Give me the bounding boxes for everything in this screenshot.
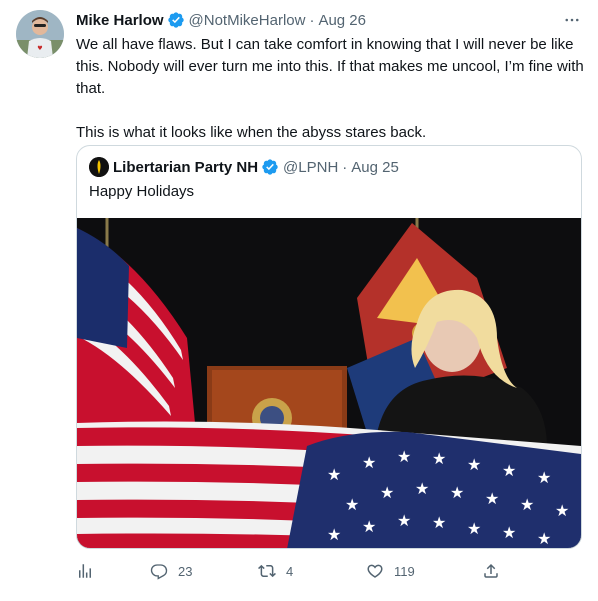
- svg-text:★: ★: [450, 483, 464, 502]
- retweet-icon: [258, 564, 276, 578]
- tweet[interactable]: ♥ Mike Harlow @NotMikeHarlow · Aug 26 We…: [0, 0, 598, 601]
- quoted-avatar: [89, 157, 109, 177]
- tweet-header: Mike Harlow @NotMikeHarlow · Aug 26: [76, 10, 366, 30]
- analytics-button[interactable]: [76, 560, 94, 582]
- svg-text:★: ★: [537, 468, 551, 487]
- verified-badge-icon: [167, 12, 184, 28]
- svg-text:★: ★: [467, 455, 481, 474]
- share-icon: [484, 563, 498, 578]
- quoted-author-handle[interactable]: @LPNH: [283, 159, 338, 176]
- author-handle[interactable]: @NotMikeHarlow: [189, 12, 306, 29]
- reply-icon: [150, 564, 168, 580]
- separator-dot: ·: [309, 11, 315, 29]
- casket-flag-graphic: ★★ ★ ★ ★ ★ ★★★ ★ ★ ★ ★ ★★ ★ ★ ★ ★ ★ ★: [77, 421, 581, 548]
- quoted-verified-badge-icon: [262, 159, 278, 175]
- tweet-timestamp[interactable]: Aug 26: [318, 12, 366, 29]
- author-name[interactable]: Mike Harlow: [76, 12, 164, 29]
- reply-count: 23: [178, 563, 193, 579]
- svg-text:★: ★: [432, 513, 446, 532]
- svg-text:★: ★: [467, 519, 481, 538]
- svg-text:★: ★: [555, 501, 569, 520]
- quoted-separator-dot: ·: [342, 158, 348, 176]
- more-options-button[interactable]: [560, 10, 584, 30]
- svg-text:★: ★: [380, 483, 394, 502]
- quoted-tweet[interactable]: Libertarian Party NH @LPNH · Aug 25 Happ…: [76, 145, 582, 549]
- svg-text:★: ★: [502, 523, 516, 542]
- svg-text:★: ★: [362, 517, 376, 536]
- svg-text:♥: ♥: [37, 45, 42, 52]
- svg-text:★: ★: [520, 495, 534, 514]
- retweet-button[interactable]: 4: [258, 560, 293, 582]
- avatar[interactable]: ♥: [16, 10, 64, 58]
- share-button[interactable]: [482, 560, 500, 582]
- quoted-tweet-text: Happy Holidays: [89, 183, 195, 200]
- avatar-image: ♥: [16, 10, 64, 58]
- like-button[interactable]: 119: [366, 560, 415, 582]
- svg-text:★: ★: [327, 465, 341, 484]
- tweet-text-paragraph-1: We all have flaws. But I can take comfor…: [76, 36, 584, 97]
- like-count: 119: [394, 563, 415, 579]
- svg-text:★: ★: [327, 525, 341, 544]
- svg-text:★: ★: [432, 449, 446, 468]
- svg-text:★: ★: [397, 447, 411, 466]
- svg-text:★: ★: [502, 461, 516, 480]
- svg-text:★: ★: [345, 495, 359, 514]
- quoted-timestamp[interactable]: Aug 25: [351, 159, 399, 176]
- svg-text:★: ★: [397, 511, 411, 530]
- analytics-icon: [79, 564, 91, 578]
- retweet-count: 4: [286, 563, 294, 579]
- heart-icon: [367, 564, 383, 578]
- svg-text:★: ★: [537, 529, 551, 548]
- svg-text:★: ★: [485, 489, 499, 508]
- reply-button[interactable]: 23: [150, 560, 192, 582]
- tweet-text: We all have flaws. But I can take comfor…: [76, 34, 586, 144]
- quoted-tweet-header: Libertarian Party NH @LPNH · Aug 25: [89, 156, 399, 178]
- tweet-text-paragraph-2: This is what it looks like when the abys…: [76, 124, 427, 141]
- quoted-author-name[interactable]: Libertarian Party NH: [113, 159, 258, 176]
- tweet-actions: 23 4 119: [76, 560, 506, 582]
- quoted-tweet-image[interactable]: ★★ ★ ★ ★ ★ ★★★ ★ ★ ★ ★ ★★ ★ ★ ★ ★ ★ ★: [77, 218, 581, 549]
- svg-text:★: ★: [415, 479, 429, 498]
- svg-text:★: ★: [362, 453, 376, 472]
- more-icon: [565, 18, 579, 22]
